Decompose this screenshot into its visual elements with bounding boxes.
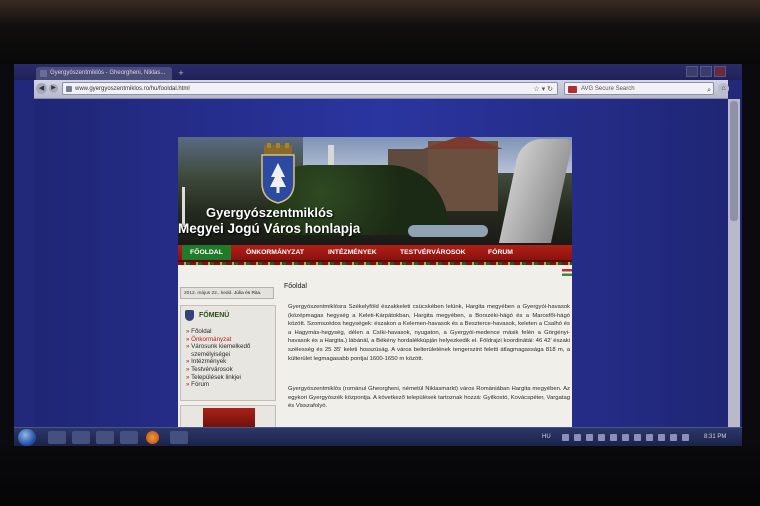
- tray-icon[interactable]: [622, 434, 629, 441]
- tray-icon[interactable]: [646, 434, 653, 441]
- menu-item[interactable]: » Testvérvárosok: [186, 366, 250, 374]
- explorer-icon[interactable]: [48, 431, 66, 444]
- page-viewport: Gyergyószentmiklós Megyei Jogú Város hon…: [34, 99, 728, 427]
- tray-icon[interactable]: [586, 434, 593, 441]
- site-identity-icon: [66, 86, 72, 92]
- bookmark-star-icon[interactable]: ☆ ▾ ↻: [533, 83, 553, 96]
- menu-item[interactable]: » Települések linkjei: [186, 374, 250, 382]
- back-button[interactable]: ◀: [36, 83, 47, 94]
- new-tab-button[interactable]: +: [176, 68, 186, 78]
- avg-icon: [568, 86, 577, 93]
- browser-toolbar: ◀ ▶ www.gyergyoszentmiklos.ro/hu/fooldal…: [34, 80, 729, 99]
- nav-onkormanyzat[interactable]: ÖNKORMÁNYZAT: [246, 245, 304, 260]
- search-placeholder: AVG Secure Search: [581, 86, 635, 92]
- volume-icon[interactable]: [670, 434, 677, 441]
- clock[interactable]: 8:31 PM: [704, 428, 726, 446]
- search-input[interactable]: AVG Secure Search ⌕: [564, 82, 714, 95]
- tray-icon[interactable]: [634, 434, 641, 441]
- screen: Gyergyószentmiklós - Gheorgheni, Niklas.…: [14, 64, 742, 446]
- menu-item[interactable]: személyiségei: [186, 351, 250, 359]
- url-text: www.gyergyoszentmiklos.ro/hu/fooldal.htm…: [75, 86, 190, 92]
- close-window-button[interactable]: [714, 66, 726, 77]
- sidebar-banner[interactable]: [180, 405, 276, 427]
- tray-icon[interactable]: [682, 434, 689, 441]
- tab-title: Gyergyószentmiklós - Gheorgheni, Niklas.…: [50, 70, 166, 76]
- date-nameday: 2012. május 22., kedd. Júlia és Rita.: [180, 287, 274, 299]
- site-title-line1: Gyergyószentmiklós: [206, 205, 334, 220]
- search-icon[interactable]: ⌕: [707, 84, 711, 97]
- nav-forum[interactable]: FÓRUM: [488, 245, 513, 260]
- menu-item[interactable]: » Városunk kiemelkedő: [186, 343, 250, 351]
- menu-item[interactable]: » Főoldal: [186, 328, 250, 336]
- banner-roof: [423, 137, 503, 149]
- decorative-stripe: [178, 262, 572, 265]
- maximize-button[interactable]: [700, 66, 712, 77]
- menu-item[interactable]: » Intézmények: [186, 358, 250, 366]
- main-navigation: FŐOLDAL ÖNKORMÁNYZAT INTÉZMÉNYEK TESTVÉR…: [178, 245, 572, 262]
- tray-icon[interactable]: [574, 434, 581, 441]
- address-bar[interactable]: www.gyergyoszentmiklos.ro/hu/fooldal.htm…: [62, 82, 558, 95]
- second-paragraph: Gyergyószentmiklós (románul Gheorgheni, …: [288, 386, 570, 410]
- menu-item[interactable]: » Fórum: [186, 381, 250, 389]
- media-player-icon[interactable]: [72, 431, 90, 444]
- menu-item[interactable]: » Önkormányzat: [186, 336, 250, 344]
- tray-icon[interactable]: [598, 434, 605, 441]
- site-title-line2: Megyei Jogú Város honlapja: [178, 221, 361, 236]
- browser-tab-bar: Gyergyószentmiklós - Gheorgheni, Niklas.…: [14, 64, 742, 80]
- tray-icon[interactable]: [610, 434, 617, 441]
- nav-intezmenyek[interactable]: INTÉZMÉNYEK: [328, 245, 377, 260]
- menu-title: FŐMENÜ: [199, 312, 230, 319]
- date-text: 2012. május 22., kedd.: [184, 291, 233, 296]
- page-heading: Főoldal: [284, 283, 307, 290]
- app-icon[interactable]: [170, 431, 188, 444]
- sidebar-banner-image: [203, 408, 255, 427]
- minimize-button[interactable]: [686, 66, 698, 77]
- favicon-icon: [40, 70, 47, 77]
- header-banner: Gyergyószentmiklós Megyei Jogú Város hon…: [178, 137, 572, 245]
- tray-icon[interactable]: [562, 434, 569, 441]
- menu-list: » Főoldal » Önkormányzat » Városunk kiem…: [186, 328, 250, 389]
- main-menu: FŐMENÜ » Főoldal » Önkormányzat » Városu…: [180, 305, 276, 401]
- hungarian-flag-icon[interactable]: [562, 269, 572, 276]
- intro-paragraph: Gyergyószentmiklósra Székelyföld északke…: [288, 304, 570, 362]
- nav-testvervarosok[interactable]: TESTVÉRVÁROSOK: [400, 245, 466, 260]
- nameday-names: Júlia és Rita.: [233, 291, 262, 296]
- folder-icon[interactable]: [120, 431, 138, 444]
- coat-of-arms-icon: [261, 143, 295, 204]
- nav-foldal[interactable]: FŐOLDAL: [182, 245, 231, 260]
- taskbar: HU 8:31 PM: [14, 427, 742, 446]
- language-indicator[interactable]: HU: [542, 428, 551, 446]
- monitor-bezel-top: [0, 0, 760, 64]
- ie-icon[interactable]: [96, 431, 114, 444]
- monitor-bezel-bottom: [0, 446, 760, 506]
- website: Gyergyószentmiklós Megyei Jogú Város hon…: [178, 137, 572, 427]
- banner-pond: [408, 225, 488, 237]
- forward-button[interactable]: ▶: [49, 84, 58, 93]
- start-button[interactable]: [18, 429, 36, 446]
- firefox-icon[interactable]: [146, 431, 159, 444]
- home-button[interactable]: ⌂: [718, 83, 729, 94]
- browser-tab[interactable]: Gyergyószentmiklós - Gheorgheni, Niklas.…: [36, 67, 172, 80]
- scrollbar-thumb[interactable]: [730, 101, 738, 221]
- scrollbar[interactable]: [728, 99, 740, 427]
- network-icon[interactable]: [658, 434, 665, 441]
